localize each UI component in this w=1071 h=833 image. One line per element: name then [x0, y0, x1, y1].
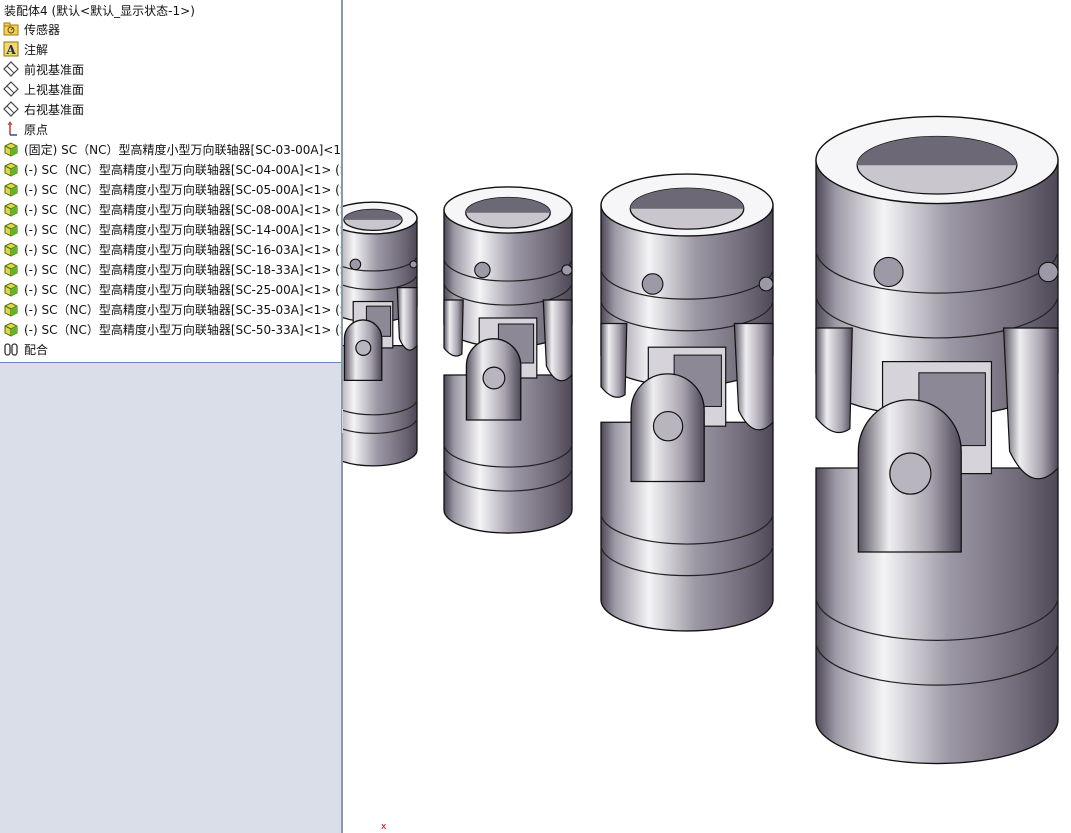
tree-item-label: 上视基准面	[24, 82, 85, 97]
coupling-part[interactable]	[815, 115, 1059, 765]
feature-manager-tree: 装配体4 (默认<默认_显示状态-1>) 传感器 A 注解前视基准面上视基准面右视基…	[0, 0, 341, 833]
part-icon	[3, 201, 19, 217]
tree-item[interactable]: (-) SC（NC）型高精度小型万向联轴器[SC-50-33A]<1> (S	[0, 319, 341, 339]
part-icon	[3, 141, 19, 157]
part-icon	[3, 301, 19, 317]
tree-item[interactable]: 前视基准面	[0, 59, 341, 79]
tree-item-label: 注解	[24, 42, 49, 57]
origin-axis-label: x	[381, 822, 387, 832]
plane-icon	[3, 81, 19, 97]
tree-item-label: (-) SC（NC）型高精度小型万向联轴器[SC-35-03A]<1> (S	[24, 302, 341, 317]
tree-item[interactable]: (-) SC（NC）型高精度小型万向联轴器[SC-04-00A]<1> (S	[0, 159, 341, 179]
tree-item-label: 前视基准面	[24, 62, 85, 77]
tree-item[interactable]: (-) SC（NC）型高精度小型万向联轴器[SC-25-00A]<1> (S	[0, 279, 341, 299]
tree-item-label: 右视基准面	[24, 102, 85, 117]
tree-item[interactable]: (-) SC（NC）型高精度小型万向联轴器[SC-08-00A]<1> (S	[0, 199, 341, 219]
tree-item[interactable]: 传感器	[0, 19, 341, 39]
tree-item-label: 原点	[24, 122, 49, 137]
part-icon	[3, 261, 19, 277]
coupling-part[interactable]	[343, 201, 418, 467]
tree-item-label: 配合	[24, 342, 49, 357]
mates-icon	[3, 341, 19, 357]
part-icon	[3, 281, 19, 297]
coupling-part[interactable]	[443, 186, 573, 534]
tree-item[interactable]: (-) SC（NC）型高精度小型万向联轴器[SC-05-00A]<1> (S	[0, 179, 341, 199]
tree-item-label: (固定) SC（NC）型高精度小型万向联轴器[SC-03-00A]<1> (	[24, 142, 341, 157]
tree-item[interactable]: 配合	[0, 339, 341, 359]
tree-item[interactable]: A 注解	[0, 39, 341, 59]
part-icon	[3, 241, 19, 257]
tree-item[interactable]: (-) SC（NC）型高精度小型万向联轴器[SC-16-03A]<1> (S	[0, 239, 341, 259]
annotation-icon: A	[3, 41, 19, 57]
graphics-viewport[interactable]: x	[343, 0, 1071, 833]
part-icon	[3, 161, 19, 177]
tree-root-assembly[interactable]: 装配体4 (默认<默认_显示状态-1>)	[0, 0, 341, 20]
tree-item-label: (-) SC（NC）型高精度小型万向联轴器[SC-14-00A]<1> (S	[24, 222, 341, 237]
tree-item[interactable]: (-) SC（NC）型高精度小型万向联轴器[SC-14-00A]<1> (S	[0, 219, 341, 239]
coupling-assembly-model[interactable]	[343, 0, 1071, 833]
tree-item-label: (-) SC（NC）型高精度小型万向联轴器[SC-50-33A]<1> (S	[24, 322, 341, 337]
tree-item-label: (-) SC（NC）型高精度小型万向联轴器[SC-04-00A]<1> (S	[24, 162, 341, 177]
tree-item-label: (-) SC（NC）型高精度小型万向联轴器[SC-18-33A]<1> (S	[24, 262, 341, 277]
tree-item[interactable]: 上视基准面	[0, 79, 341, 99]
feature-tree-list: 装配体4 (默认<默认_显示状态-1>) 传感器 A 注解前视基准面上视基准面右视基…	[0, 0, 341, 363]
tree-item[interactable]: (-) SC（NC）型高精度小型万向联轴器[SC-35-03A]<1> (S	[0, 299, 341, 319]
svg-text:A: A	[5, 43, 16, 57]
tree-item-label: (-) SC（NC）型高精度小型万向联轴器[SC-25-00A]<1> (S	[24, 282, 341, 297]
tree-item[interactable]: (-) SC（NC）型高精度小型万向联轴器[SC-18-33A]<1> (S	[0, 259, 341, 279]
part-icon	[3, 221, 19, 237]
tree-item-label: (-) SC（NC）型高精度小型万向联轴器[SC-05-00A]<1> (S	[24, 182, 341, 197]
tree-item[interactable]: (固定) SC（NC）型高精度小型万向联轴器[SC-03-00A]<1> (	[0, 139, 341, 159]
coupling-part[interactable]	[600, 173, 774, 632]
plane-icon	[3, 61, 19, 77]
sensor-folder-icon	[3, 21, 19, 37]
plane-icon	[3, 101, 19, 117]
origin-icon	[3, 121, 19, 137]
tree-item[interactable]: 右视基准面	[0, 99, 341, 119]
part-icon	[3, 181, 19, 197]
tree-item-label: 传感器	[24, 22, 61, 37]
tree-item-label: (-) SC（NC）型高精度小型万向联轴器[SC-16-03A]<1> (S	[24, 242, 341, 257]
part-icon	[3, 321, 19, 337]
tree-item-label: (-) SC（NC）型高精度小型万向联轴器[SC-08-00A]<1> (S	[24, 202, 341, 217]
tree-root-label: 装配体4 (默认<默认_显示状态-1>)	[4, 3, 195, 18]
tree-item[interactable]: 原点	[0, 119, 341, 139]
